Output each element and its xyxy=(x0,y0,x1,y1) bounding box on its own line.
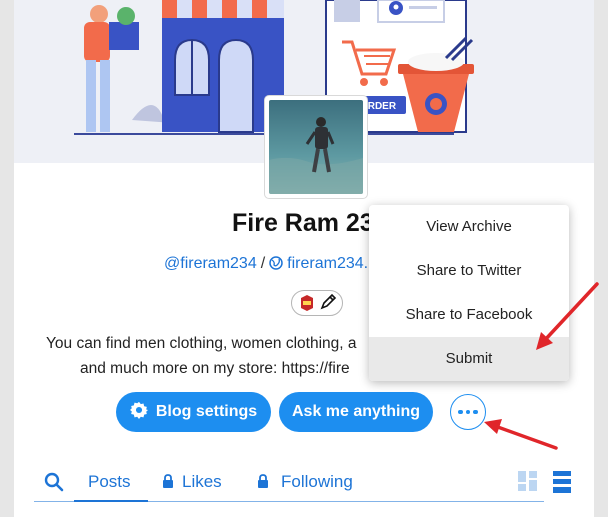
more-icon-dot xyxy=(473,409,478,415)
blog-settings-button[interactable]: Blog settings xyxy=(116,392,271,432)
menu-item-share-twitter[interactable]: Share to Twitter xyxy=(369,249,569,293)
blog-settings-label: Blog settings xyxy=(155,403,258,420)
handle-separator: / xyxy=(260,255,266,272)
tab-following-label: Following xyxy=(281,472,353,491)
more-options-button[interactable] xyxy=(450,394,486,430)
lock-icon xyxy=(162,473,174,493)
blog-handles: @fireram234/ fireram234. xyxy=(164,255,368,275)
lock-icon xyxy=(257,473,269,493)
description-line-1: You can find men clothing, women clothin… xyxy=(46,335,357,352)
grid-view-icon[interactable] xyxy=(518,471,538,496)
blog-title: Fire Ram 23. xyxy=(232,209,381,237)
tab-posts[interactable]: Posts xyxy=(88,472,131,492)
avatar-image xyxy=(269,100,363,194)
tab-following[interactable]: Following xyxy=(257,472,353,493)
badge-edit-pill[interactable] xyxy=(291,290,343,316)
menu-item-view-archive[interactable]: View Archive xyxy=(369,205,569,249)
blog-url-link[interactable]: fireram234. xyxy=(287,255,368,272)
more-options-menu: View Archive Share to Twitter Share to F… xyxy=(369,205,569,381)
globe-icon xyxy=(269,256,283,275)
menu-item-share-facebook[interactable]: Share to Facebook xyxy=(369,293,569,337)
active-tab-indicator xyxy=(74,500,148,502)
badge-icon xyxy=(301,295,313,311)
search-icon[interactable] xyxy=(44,472,64,497)
ask-me-anything-button[interactable]: Ask me anything xyxy=(279,392,433,432)
gear-icon xyxy=(129,401,148,424)
list-view-icon[interactable] xyxy=(553,471,571,498)
more-icon-dot xyxy=(465,409,471,415)
more-icon xyxy=(458,409,463,415)
username-link[interactable]: @fireram234 xyxy=(164,255,257,272)
avatar[interactable] xyxy=(265,96,367,198)
tab-likes[interactable]: Likes xyxy=(162,472,222,493)
menu-item-submit[interactable]: Submit xyxy=(369,337,569,381)
blog-tabs: Posts Likes Following xyxy=(14,462,594,502)
tab-likes-label: Likes xyxy=(182,472,222,491)
pencil-icon xyxy=(320,293,337,310)
description-line-2: and much more on my store: https://fire xyxy=(80,360,350,377)
ask-me-anything-label: Ask me anything xyxy=(291,403,421,420)
